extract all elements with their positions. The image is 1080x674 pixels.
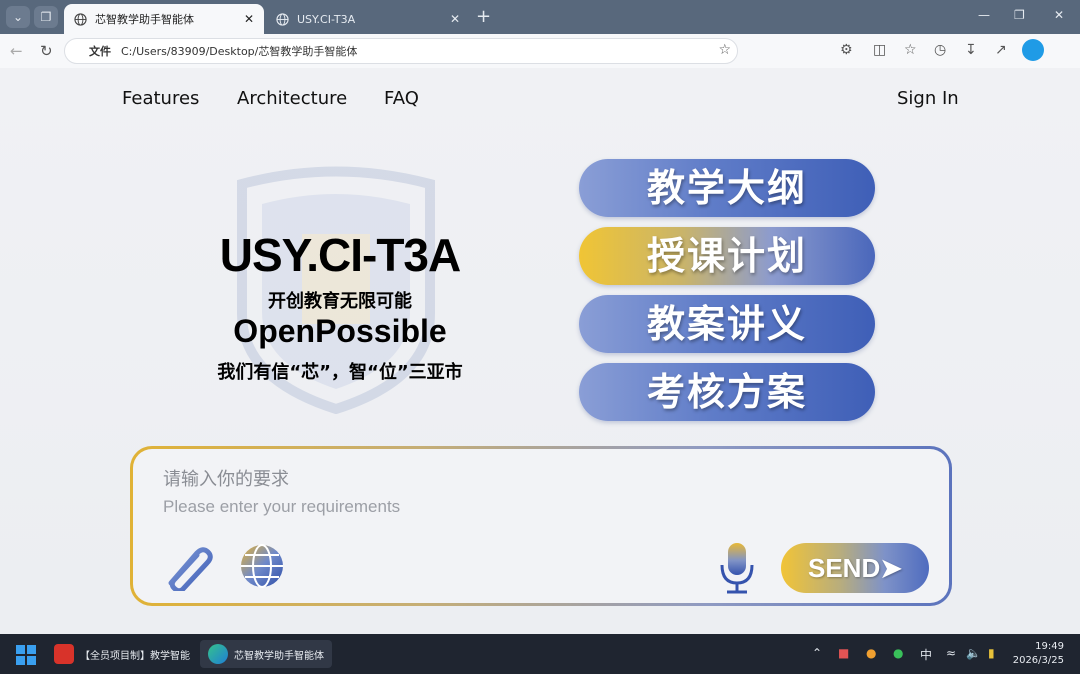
battery-icon[interactable]: ▮ [988,646,995,660]
tab-title: USY.CI-T3A [297,12,356,26]
restore-icon[interactable]: ❐ [1014,8,1025,22]
favorite-star-icon[interactable]: ☆ [718,42,731,58]
browser-tab-bar: ⌄ ❐ 芯智教学助手智能体 ✕ USY.CI-T3A ✕ + — ❐ ✕ [0,0,1080,34]
teaching-plan-button[interactable]: 授课计划 [579,227,875,285]
wps-icon [54,644,74,664]
close-tab-icon[interactable]: ✕ [244,12,254,26]
profile-avatar[interactable] [1022,39,1044,61]
downloads-icon[interactable]: ↧ [965,42,977,58]
web-page: Features Architecture FAQ Sign In USY.CI… [0,68,1080,634]
close-tab-icon[interactable]: ✕ [450,12,460,26]
back-icon[interactable]: ← [10,42,23,60]
requirement-input-box[interactable]: 请输入你的要求 Please enter your requirements S… [130,446,952,606]
globe-icon [74,12,87,26]
nav-architecture[interactable]: Architecture [237,88,347,109]
hero-subtitle-en: OpenPossible [233,313,447,349]
tab-actions-button[interactable]: ⌄ [6,6,30,28]
clock-date: 2026/3/25 [1012,655,1064,666]
share-icon[interactable]: ↗ [995,42,1007,58]
paperclip-icon[interactable] [163,545,213,591]
split-screen-icon[interactable]: ◫ [873,42,886,58]
volume-icon[interactable]: 🔈 [966,646,981,660]
taskbar-app-label: 【全员项目制】教学智能 [80,650,190,662]
windows-start-icon[interactable] [16,645,36,665]
clock-time: 19:49 [1035,641,1064,652]
taskbar-app-label: 芯智教学助手智能体 [234,650,324,662]
system-clock[interactable]: 19:49 2026/3/25 [1013,640,1064,668]
favorites-icon[interactable]: ☆ [904,42,917,58]
refresh-icon[interactable]: ↻ [40,42,53,60]
ime-indicator[interactable]: 中 [920,646,932,663]
new-tab-button[interactable]: + [476,6,491,27]
globe-icon [276,12,289,26]
address-bar-row: ← ↻ 文件 C:/Users/83909/Desktop/芯智教学助手智能体 … [0,34,1080,68]
placeholder-en: Please enter your requirements [163,497,401,516]
history-icon[interactable]: ◷ [934,42,946,58]
microphone-icon[interactable] [717,541,757,595]
wifi-icon[interactable]: ≈ [946,646,956,660]
placeholder-cn: 请输入你的要求 [163,469,289,490]
workspaces-button[interactable]: ❐ [34,6,58,28]
tray-qq-icon[interactable]: ● [866,646,876,660]
hero-subtitle-cn: 开创教育无限可能 [268,291,412,312]
tray-overflow-icon[interactable]: ⌃ [812,646,822,660]
nav-features[interactable]: Features [122,88,199,109]
hero-title: USY.CI-T3A [219,229,461,281]
web-search-globe-icon[interactable] [237,543,287,589]
taskbar-app-edge[interactable]: 芯智教学助手智能体 [200,640,332,668]
extensions-icon[interactable]: ⚙ [840,42,853,58]
tab-active[interactable]: 芯智教学助手智能体 ✕ [64,4,264,34]
url-text: C:/Users/83909/Desktop/芯智教学助手智能体 [121,45,358,58]
tab-title: 芯智教学助手智能体 [95,13,194,26]
sign-in-link[interactable]: Sign In [897,88,959,109]
minimize-icon[interactable]: — [978,8,990,22]
address-input[interactable]: 文件 C:/Users/83909/Desktop/芯智教学助手智能体 ☆ [64,38,738,64]
tray-app-icon[interactable]: ■ [838,646,849,660]
file-scheme-label: 文件 [89,45,111,58]
hero-slogan: 我们有信“芯”，智“位”三亚市 [217,362,463,383]
lesson-notes-button[interactable]: 教案讲义 [579,295,875,353]
edge-icon [208,644,228,664]
syllabus-button[interactable]: 教学大纲 [579,159,875,217]
taskbar-app-wps[interactable]: 【全员项目制】教学智能 [54,640,190,668]
close-window-icon[interactable]: ✕ [1054,8,1064,22]
assessment-plan-button[interactable]: 考核方案 [579,363,875,421]
tray-wechat-icon[interactable]: ● [893,646,903,660]
nav-faq[interactable]: FAQ [384,88,419,109]
tab-inactive[interactable]: USY.CI-T3A ✕ [266,4,470,34]
windows-taskbar: 【全员项目制】教学智能 芯智教学助手智能体 ⌃ ■ ● ● 中 ≈ 🔈 ▮ 19… [0,634,1080,674]
send-button[interactable]: SEND➤ [781,543,929,593]
